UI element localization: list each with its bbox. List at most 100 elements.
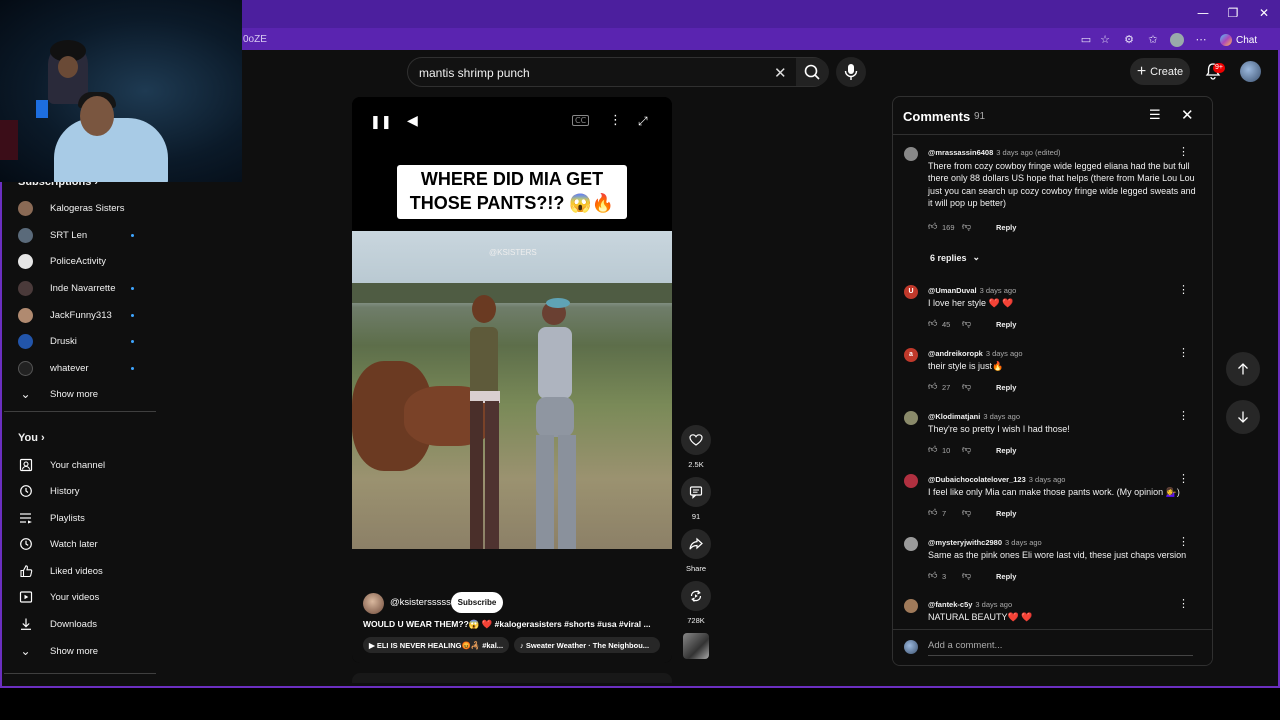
comment-author[interactable]: @mrassassin6408 3 days ago (edited) [928,148,1061,157]
comment-avatar[interactable] [904,537,918,551]
account-avatar[interactable] [1240,61,1261,82]
sidebar-item-subscription[interactable]: whatever [18,357,148,379]
sidebar-item-subscription[interactable]: Inde Navarrette [18,277,148,299]
sidebar-item-subscription[interactable]: PoliceActivity [18,250,148,272]
reply-button[interactable]: Reply [996,446,1016,455]
thumbs-down-icon[interactable]: 👎︎ [962,445,976,455]
comment-author[interactable]: @Klodimatjani 3 days ago [928,412,1020,421]
subscribe-button[interactable]: Subscribe [451,592,503,613]
sidebar-item-your-channel[interactable]: Your channel [18,454,148,476]
voice-search-button[interactable] [836,57,866,87]
thumbs-down-icon[interactable]: 👎︎ [962,222,976,232]
copilot-chat-button[interactable]: Chat [1216,31,1261,49]
next-short-button[interactable] [1226,400,1260,434]
comment-author[interactable]: @UmanDuval 3 days ago [928,286,1016,295]
comment-author[interactable]: @Dubaichocolatelover_123 3 days ago [928,475,1065,484]
comment-avatar[interactable] [904,474,918,488]
captions-icon[interactable]: CC [572,115,590,126]
add-comment-input[interactable]: Add a comment... [928,640,1193,656]
comment-author[interactable]: @andreikoropk 3 days ago [928,349,1023,358]
comment-menu-icon[interactable]: ⋮ [1178,409,1189,422]
thumbs-down-icon[interactable]: 👎︎ [962,508,976,518]
comment-avatar[interactable] [904,411,918,425]
comment-avatar[interactable]: a [904,348,918,362]
thumbs-up-icon[interactable]: 👍︎ [928,571,940,581]
thumbs-up-icon[interactable]: 👍︎ [928,445,940,455]
thumbs-up-icon[interactable]: 👍︎ [928,382,940,392]
comment-author[interactable]: @mysteryjwithc2980 3 days ago [928,538,1042,547]
channel-name[interactable]: @ksistersssss [390,597,451,608]
shorts-player[interactable]: ❚❚ ◀︎ CC ⋮ ⤢ WHERE DID MIA GET THOSE PAN… [352,97,672,663]
comment-menu-icon[interactable]: ⋮ [1178,597,1189,610]
reply-button[interactable]: Reply [996,383,1016,392]
sidebar-item-your-videos[interactable]: Your videos [18,586,148,608]
sidebar-item-downloads[interactable]: Downloads [18,613,148,635]
thumbs-down-icon[interactable]: 👎︎ [962,571,976,581]
reply-button[interactable]: Reply [996,572,1016,581]
related-video-chip[interactable]: ▶ ELI IS NEVER HEALING😡🦂 #kal... [363,637,509,653]
thumbs-down-icon[interactable]: 👎︎ [962,382,976,392]
extension-icon[interactable]: ⚙ [1122,33,1136,47]
thumbs-up-icon[interactable]: 👍︎ [928,222,940,232]
comment-avatar[interactable] [904,147,918,161]
more-icon[interactable]: ⋯ [1194,33,1208,47]
show-more-you[interactable]: ⌄ Show more [18,640,148,662]
previous-short-button[interactable] [1226,352,1260,386]
video-title[interactable]: WOULD U WEAR THEM??😱 ❤️ #kalogerasisters… [363,619,663,630]
thumbs-up-icon[interactable]: 👍︎ [928,508,940,518]
comment-author[interactable]: @fantek-c5y 3 days ago [928,600,1012,609]
profile-icon[interactable] [1170,33,1184,47]
minimize-button[interactable]: — [1193,6,1213,22]
reply-button[interactable]: Reply [996,223,1016,232]
url-text[interactable]: 0oZE [243,34,267,45]
close-window-button[interactable]: ✕ [1254,6,1274,22]
close-icon[interactable]: ✕ [1181,106,1194,124]
girl-figure [536,298,576,549]
thumbs-down-icon[interactable]: 👎︎ [962,319,976,329]
search-box[interactable]: mantis shrimp punch ✕ [407,57,829,87]
you-heading[interactable]: You › [18,432,45,444]
comment-menu-icon[interactable]: ⋮ [1178,472,1189,485]
share-button[interactable] [681,529,711,559]
sidebar-item-subscription[interactable]: Druski [18,330,148,352]
search-button[interactable] [796,58,829,86]
sidebar-item-liked-videos[interactable]: Liked videos [18,560,148,582]
pause-icon[interactable]: ❚❚ [370,115,392,130]
reply-button[interactable]: Reply [996,509,1016,518]
more-options-icon[interactable]: ⋮ [609,113,622,128]
video-frame[interactable]: @KSISTERS [352,231,672,549]
reply-button[interactable]: Reply [996,320,1016,329]
favorite-star-icon[interactable]: ☆ [1098,33,1112,47]
reader-icon[interactable]: ▭ [1079,33,1093,47]
comment-avatar[interactable] [904,599,918,613]
sort-icon[interactable]: ☰ [1149,108,1161,123]
fullscreen-icon[interactable]: ⤢ [638,114,648,129]
create-button[interactable]: + Create [1130,58,1190,85]
sidebar-item-subscription[interactable]: SRT Len [18,224,148,246]
show-more-subscriptions[interactable]: ⌄ Show more [18,383,148,405]
thumbs-up-icon[interactable]: 👍︎ [928,319,940,329]
sidebar-item-playlists[interactable]: Playlists [18,507,148,529]
next-short-preview[interactable] [352,673,672,683]
like-button[interactable] [681,425,711,455]
volume-icon[interactable]: ◀︎ [407,113,418,129]
sidebar-item-subscription[interactable]: JackFunny313 [18,304,148,326]
sound-thumbnail[interactable] [683,633,709,659]
comment-menu-icon[interactable]: ⋮ [1178,283,1189,296]
sidebar-item-history[interactable]: History [18,480,148,502]
sidebar-item-subscription[interactable]: Kalogeras Sisters [18,197,148,219]
sidebar-item-watch-later[interactable]: Watch later [18,533,148,555]
sound-chip[interactable]: ♪ Sweater Weather · The Neighbou... [514,637,660,653]
comment-menu-icon[interactable]: ⋮ [1178,346,1189,359]
search-input[interactable]: mantis shrimp punch [419,66,530,80]
favorites-icon[interactable]: ✩ [1146,33,1160,47]
comment-avatar[interactable]: U [904,285,918,299]
remix-button[interactable] [681,581,711,611]
comment-menu-icon[interactable]: ⋮ [1178,145,1189,158]
comments-button[interactable] [681,477,711,507]
view-replies-button[interactable]: 6 replies ⌄ [930,252,980,263]
channel-avatar[interactable] [363,593,384,614]
clear-search-icon[interactable]: ✕ [774,64,787,82]
comment-menu-icon[interactable]: ⋮ [1178,535,1189,548]
restore-button[interactable]: ❐ [1223,6,1243,22]
